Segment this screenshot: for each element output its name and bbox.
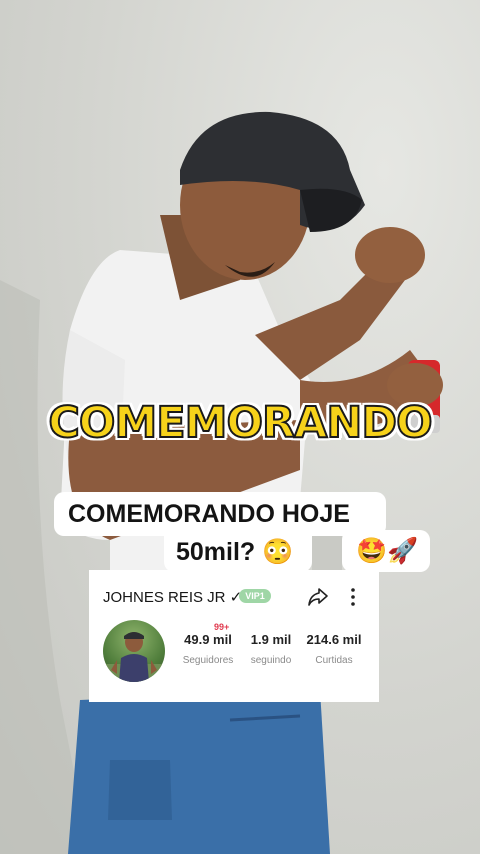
vip-badge: VIP1 — [239, 589, 271, 603]
caption-emojis: 🤩🚀 — [342, 530, 430, 572]
headline-sticker: COMEMORANDO — [47, 397, 433, 449]
share-icon[interactable] — [307, 586, 329, 608]
notification-badge: 99+ — [214, 622, 230, 632]
caption-line-1: COMEMORANDO HOJE — [54, 492, 386, 536]
profile-username[interactable]: JOHNES REIS JR ✓ — [103, 588, 242, 606]
followers-count: 49.9 mil — [184, 632, 232, 647]
avatar-image — [103, 632, 165, 682]
profile-card[interactable]: JOHNES REIS JR ✓ VIP1 99+ 49.9 mil Segui… — [89, 570, 379, 702]
avatar[interactable] — [103, 620, 165, 682]
caption-gap — [312, 536, 342, 572]
stat-following[interactable]: 1.9 mil seguindo — [245, 632, 297, 666]
more-vertical-icon[interactable] — [346, 586, 360, 608]
followers-label: Seguidores — [182, 655, 234, 666]
stat-likes[interactable]: 214.6 mil Curtidas — [301, 632, 367, 666]
caption-line-2: 50mil? 😳 — [164, 532, 312, 572]
following-label: seguindo — [250, 655, 292, 666]
following-count: 1.9 mil — [250, 632, 292, 647]
likes-count: 214.6 mil — [306, 632, 362, 647]
stat-followers[interactable]: 49.9 mil Seguidores — [177, 632, 239, 666]
likes-label: Curtidas — [315, 655, 353, 666]
